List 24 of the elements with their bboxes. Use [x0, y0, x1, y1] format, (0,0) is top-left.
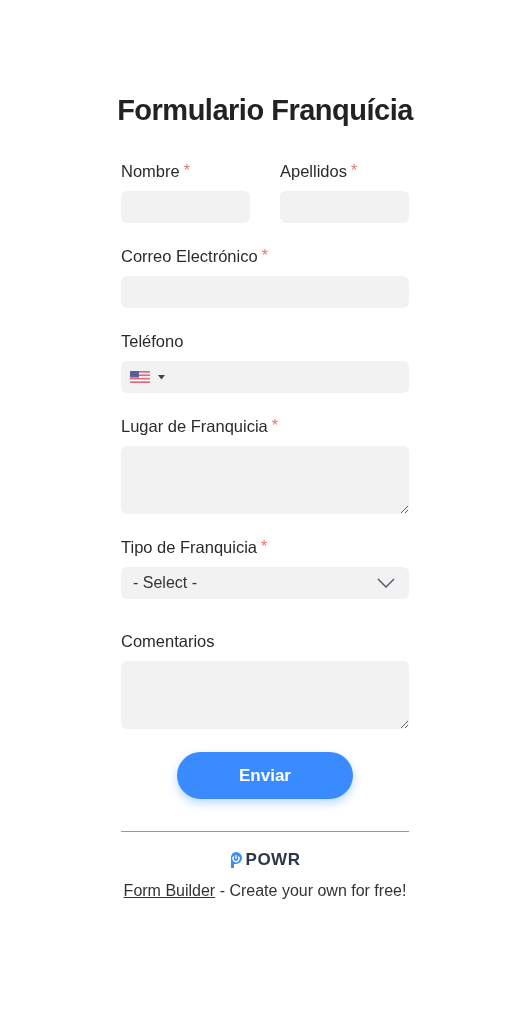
field-label: Comentarios [121, 631, 215, 651]
required-mark: * [261, 538, 268, 556]
required-mark: * [271, 417, 278, 435]
caret-icon[interactable] [158, 374, 165, 380]
form-builder-link[interactable]: Form Builder [123, 882, 216, 899]
flag-icon[interactable] [130, 371, 150, 383]
logo-icon [229, 852, 242, 868]
required-mark: * [350, 162, 358, 180]
field-label: Correo Electrónico [121, 246, 258, 266]
field-label: Teléfono [121, 331, 184, 351]
required-mark: * [261, 247, 268, 265]
form-title: Formulario Franquícia [116, 94, 415, 127]
field-label: Nombre [121, 161, 180, 181]
phone-field[interactable] [121, 361, 409, 393]
chevron-down-icon [377, 578, 395, 588]
select-field[interactable]: - Select - [121, 567, 409, 599]
field-label: Lugar de Franquicia [121, 416, 268, 436]
field-label: Apellidos [280, 161, 347, 181]
required-mark: * [183, 162, 190, 180]
field-label: Tipo de Franquicia [121, 537, 258, 557]
brand-name: POWR [245, 850, 301, 870]
text-area[interactable] [121, 661, 409, 729]
text-area[interactable] [121, 446, 409, 514]
footer-text: Form Builder - Create your own for free! [122, 882, 408, 900]
